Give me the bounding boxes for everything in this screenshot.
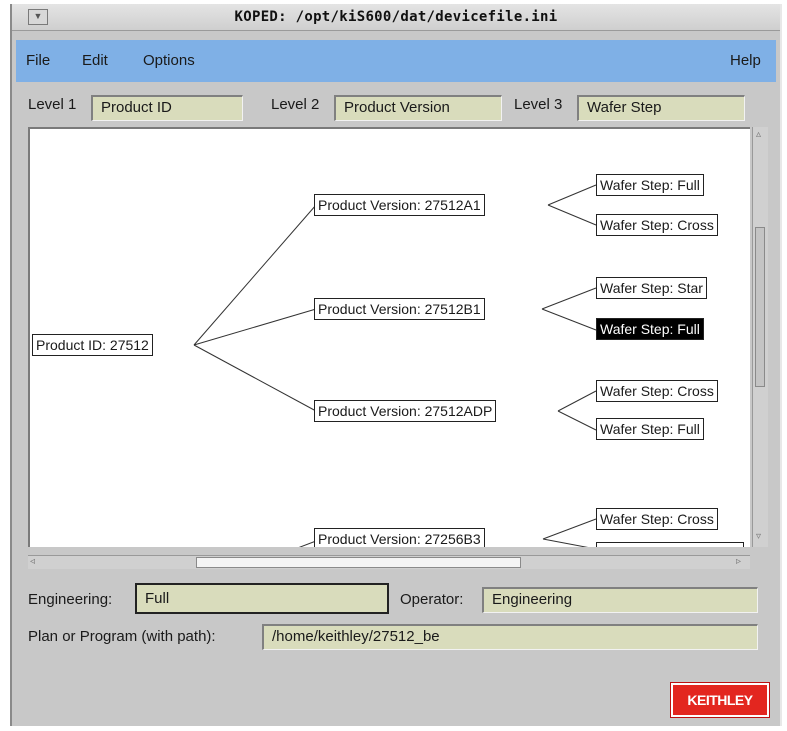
level2-field[interactable]: Product Version xyxy=(334,95,502,121)
keithley-logo: KEITHLEY xyxy=(670,682,770,718)
tree-node-wafer-step[interactable] xyxy=(596,542,744,547)
plan-program-field[interactable]: /home/keithley/27512_be xyxy=(262,624,758,650)
connector-line xyxy=(557,410,597,431)
scroll-up-arrow-icon[interactable]: ▵ xyxy=(756,129,761,140)
level2-label: Level 2 xyxy=(271,96,320,113)
tree-node-version[interactable]: Product Version: 27512B1 xyxy=(314,298,485,320)
connector-line xyxy=(557,390,597,412)
scroll-left-arrow-icon[interactable]: ◃ xyxy=(30,556,35,567)
engineering-label: Engineering: xyxy=(28,591,113,608)
tree-node-wafer-step[interactable]: Wafer Step: Full xyxy=(596,174,704,196)
tree-node-wafer-step[interactable]: Wafer Step: Cross xyxy=(596,380,718,402)
scroll-down-arrow-icon[interactable]: ▿ xyxy=(756,531,761,542)
tree-node-version[interactable]: Product Version: 27512A1 xyxy=(314,194,485,216)
menu-file[interactable]: File xyxy=(26,52,50,69)
menu-options[interactable]: Options xyxy=(143,52,195,69)
scroll-right-arrow-icon[interactable]: ▹ xyxy=(736,556,741,567)
level3-field[interactable]: Wafer Step xyxy=(577,95,745,121)
operator-label: Operator: xyxy=(400,591,464,608)
connector-line xyxy=(547,184,597,206)
window-title: KOPED: /opt/kiS600/dat/devicefile.ini xyxy=(234,9,558,25)
level1-field[interactable]: Product ID xyxy=(91,95,243,121)
tree-node-wafer-step[interactable]: Wafer Step: Cross xyxy=(596,214,718,236)
plan-program-label: Plan or Program (with path): xyxy=(28,628,216,645)
menu-edit[interactable]: Edit xyxy=(82,52,108,69)
horizontal-scroll-thumb[interactable] xyxy=(196,557,521,568)
level3-label: Level 3 xyxy=(514,96,563,113)
tree-node-wafer-step[interactable]: Wafer Step: Full xyxy=(596,418,704,440)
connector-line xyxy=(541,287,597,310)
tree-view[interactable]: Product ID: 27512 Product Version: 27512… xyxy=(28,127,750,547)
connector-line xyxy=(542,518,597,540)
vertical-scrollbar[interactable]: ▵ ▿ xyxy=(752,127,768,547)
menu-bar: File Edit Options Help xyxy=(16,40,776,82)
connector-line xyxy=(193,204,317,346)
connector-line xyxy=(542,538,589,547)
connector-line xyxy=(547,204,597,226)
tree-node-product-id[interactable]: Product ID: 27512 xyxy=(32,334,153,356)
horizontal-scrollbar[interactable]: ◃ ▹ xyxy=(28,555,750,569)
vertical-scroll-thumb[interactable] xyxy=(755,227,765,387)
connector-line xyxy=(541,308,597,331)
tree-node-version[interactable]: Product Version: 27512ADP xyxy=(314,400,497,422)
engineering-field[interactable]: Full xyxy=(135,583,389,614)
operator-field[interactable]: Engineering xyxy=(482,587,758,613)
tree-node-version[interactable]: Product Version: 27256B3 xyxy=(314,528,485,547)
connector-line xyxy=(193,308,317,346)
connector-line xyxy=(193,344,317,412)
menu-help[interactable]: Help xyxy=(730,52,761,69)
tree-node-wafer-step[interactable]: Wafer Step: Cross xyxy=(596,508,718,530)
tree-node-wafer-step-selected[interactable]: Wafer Step: Full xyxy=(596,318,704,340)
tree-node-wafer-step[interactable]: Wafer Step: Star xyxy=(596,277,707,299)
connector-line xyxy=(298,540,317,547)
level1-label: Level 1 xyxy=(28,96,77,113)
title-bar: ▼ KOPED: /opt/kiS600/dat/devicefile.ini xyxy=(12,4,780,31)
